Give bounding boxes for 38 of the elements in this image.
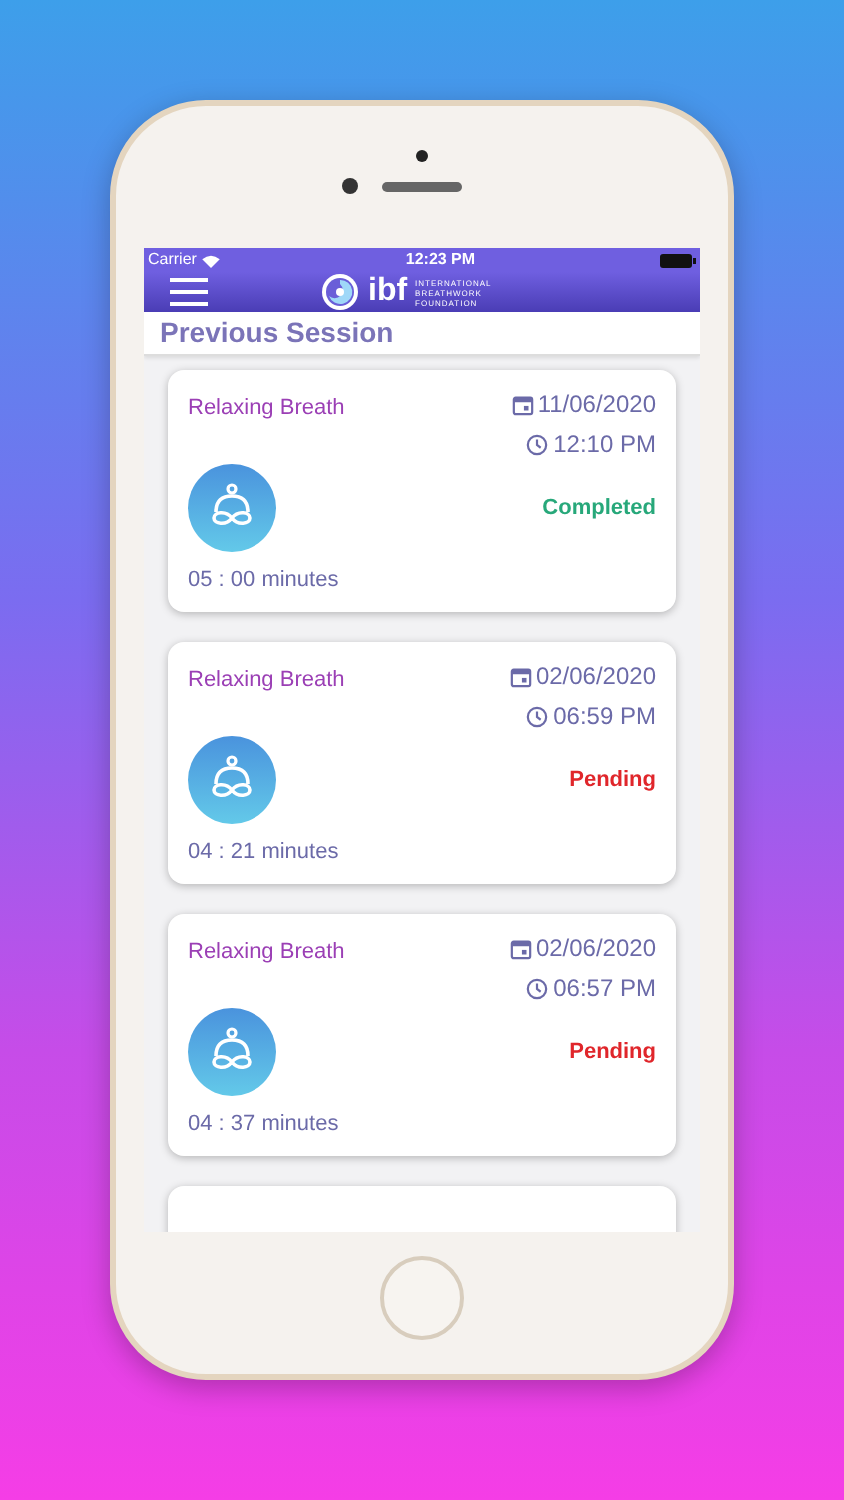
session-status: Pending <box>569 765 656 796</box>
calendar-icon <box>509 937 532 959</box>
session-title: Relaxing Breath <box>188 938 345 968</box>
session-card[interactable]: Relaxing Breath 02/06/2020 06:59 PM Pending 04 : 21 minutes <box>168 642 676 884</box>
battery-icon <box>659 253 696 267</box>
wifi-icon <box>202 253 221 267</box>
session-title: Relaxing Breath <box>188 394 345 424</box>
clock-icon <box>525 433 548 455</box>
calendar-icon <box>511 393 534 415</box>
session-status: Completed <box>542 493 656 524</box>
session-time: 06:57 PM <box>553 972 656 1006</box>
session-duration: 04 : 37 minutes <box>188 1109 341 1139</box>
clock-icon <box>525 705 548 727</box>
session-duration: 04 : 21 minutes <box>188 837 341 867</box>
phone-sensor <box>416 150 428 162</box>
session-status: Pending <box>569 1037 656 1068</box>
logo-text: ibf <box>368 276 408 308</box>
status-time: 12:23 PM <box>405 248 476 272</box>
carrier-label: Carrier <box>148 248 197 272</box>
clock-icon <box>525 977 548 999</box>
home-button[interactable] <box>380 1256 464 1340</box>
session-title: Relaxing Breath <box>188 666 345 696</box>
menu-icon[interactable] <box>170 278 208 306</box>
page-title: Previous Session <box>160 314 394 352</box>
session-card[interactable]: Relaxing Breath 11/06/2020 12:10 PM Completed 05 : 00 minutes <box>168 370 676 612</box>
calendar-icon <box>509 665 532 687</box>
phone-camera <box>342 178 358 194</box>
session-time: 12:10 PM <box>553 428 656 462</box>
meditation-icon <box>188 736 276 824</box>
session-time: 06:59 PM <box>553 700 656 734</box>
phone-speaker <box>382 181 462 191</box>
meditation-icon <box>188 1008 276 1096</box>
session-date: 02/06/2020 <box>535 660 656 694</box>
session-card[interactable]: Relaxing Breath 02/06/2020 06:57 PM Pending 04 : 37 minutes <box>168 914 676 1156</box>
meditation-icon <box>188 464 276 552</box>
session-date: 02/06/2020 <box>535 932 656 966</box>
session-duration: 05 : 00 minutes <box>188 565 341 595</box>
session-date: 11/06/2020 <box>537 388 656 422</box>
